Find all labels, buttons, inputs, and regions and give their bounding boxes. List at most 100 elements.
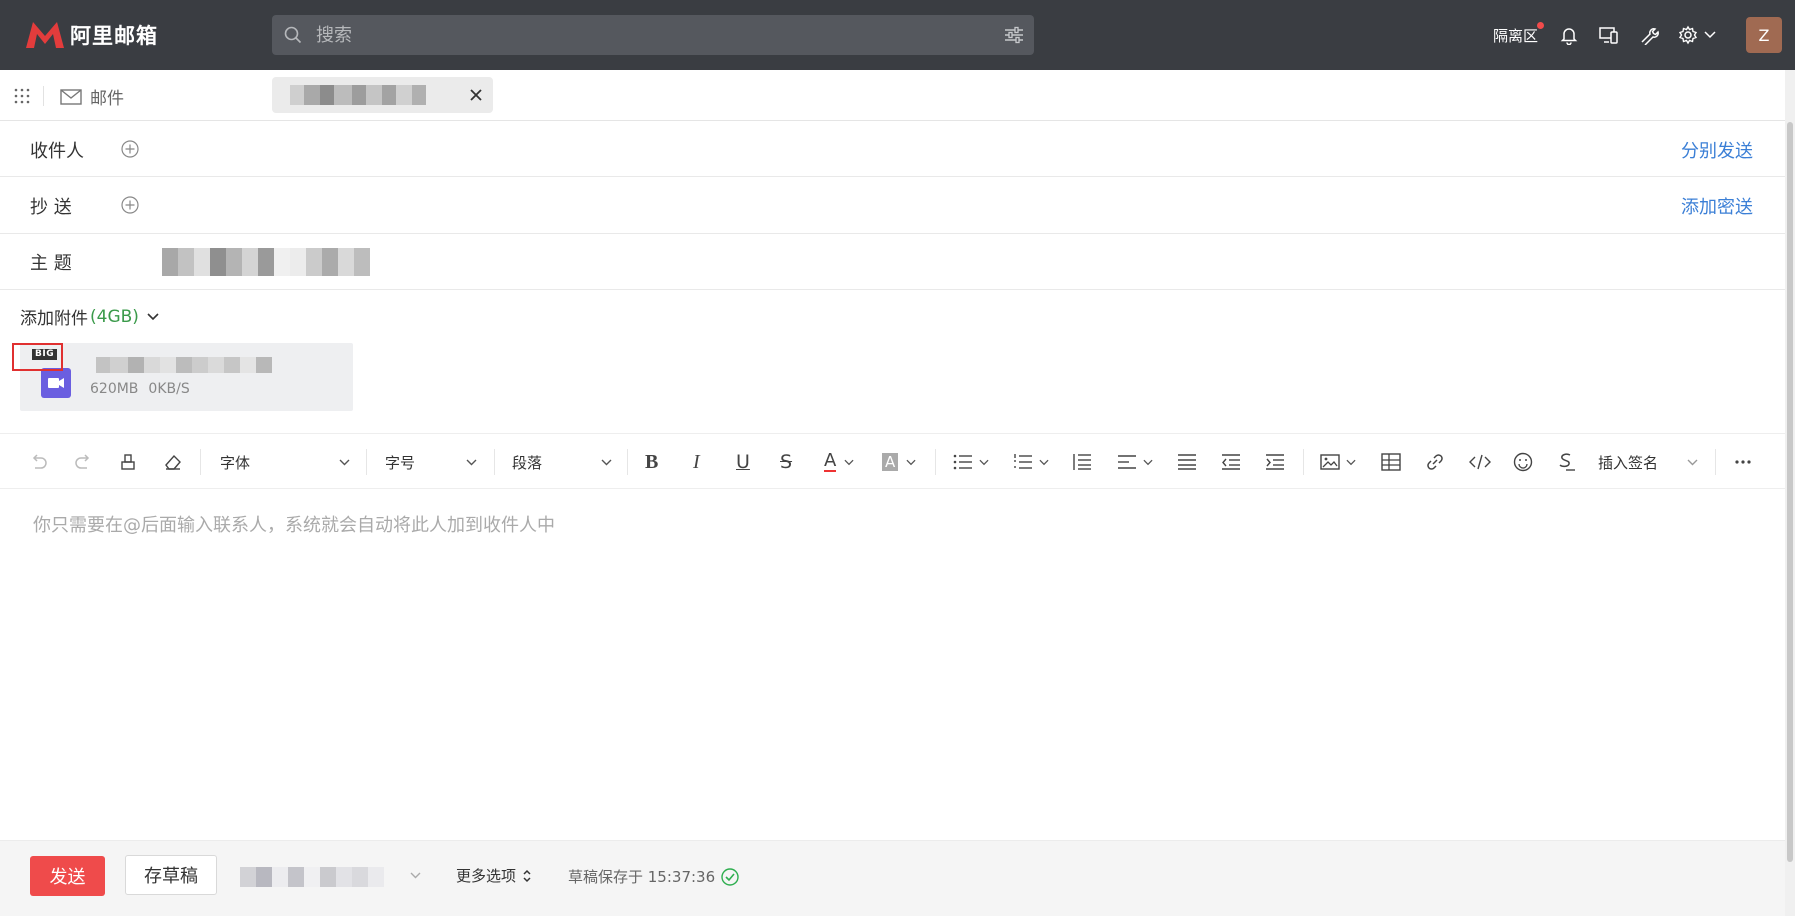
close-icon[interactable] — [467, 86, 485, 104]
more-icon — [1735, 460, 1751, 464]
undo-icon — [32, 454, 47, 469]
chevron-down-icon — [906, 459, 916, 465]
cc-row: 抄 送 添加密送 — [0, 177, 1785, 234]
toolbar-divider — [1715, 449, 1716, 475]
settings-menu[interactable] — [1678, 25, 1716, 45]
mail-logo-icon — [26, 22, 64, 48]
chevron-down-icon — [147, 312, 159, 320]
separate-send-link[interactable]: 分别发送 — [1681, 137, 1753, 163]
send-button[interactable]: 发送 — [30, 856, 105, 896]
toolbar-divider — [366, 449, 367, 475]
search-bar[interactable] — [272, 15, 1034, 55]
quarantine-link[interactable]: 隔离区 — [1493, 21, 1544, 46]
justify-button[interactable] — [1177, 451, 1197, 473]
tab-compose[interactable] — [272, 77, 493, 113]
strikethrough-button[interactable]: S — [780, 451, 792, 473]
undo-button[interactable] — [30, 451, 48, 473]
bold-button[interactable]: B — [645, 451, 658, 473]
chevron-down-icon — [844, 459, 854, 465]
insert-link-button[interactable] — [1425, 451, 1445, 473]
strikethrough-icon: S — [780, 451, 793, 473]
chevron-down-icon — [601, 459, 612, 465]
add-recipient-icon[interactable] — [121, 140, 139, 158]
toolbar-divider — [935, 449, 936, 475]
top-bar: 阿里邮箱 隔离区 — [0, 0, 1795, 70]
emoji-button[interactable] — [1513, 451, 1533, 473]
line-spacing-button[interactable] — [1072, 451, 1092, 473]
outdent-button[interactable] — [1221, 451, 1241, 473]
paragraph-select[interactable]: 段落 — [512, 451, 612, 473]
font-color-button[interactable]: A — [824, 451, 854, 473]
editor-body[interactable]: 你只需要在@后面输入联系人，系统就会自动将此人加到收件人中 — [33, 511, 555, 537]
font-size-select[interactable]: 字号 — [385, 451, 477, 473]
bell-icon[interactable] — [1558, 24, 1580, 46]
indent-button[interactable] — [1265, 451, 1285, 473]
more-tools-button[interactable] — [1734, 451, 1752, 473]
app-logo[interactable]: 阿里邮箱 — [24, 20, 158, 50]
font-family-value: 字体 — [220, 453, 251, 472]
subject-input-redacted[interactable] — [162, 248, 370, 276]
insert-signature-label: 插入签名 — [1598, 453, 1659, 472]
chevron-down-icon — [339, 459, 350, 465]
toolbar-divider — [627, 449, 628, 475]
chevron-down-icon — [1039, 459, 1049, 465]
code-button[interactable] — [1469, 451, 1491, 473]
video-icon — [41, 368, 71, 398]
app-name: 阿里邮箱 — [70, 24, 158, 48]
search-icon — [284, 26, 302, 44]
wrench-icon[interactable] — [1638, 24, 1660, 46]
highlight-box — [12, 343, 63, 371]
divider — [43, 86, 44, 106]
chevron-down-icon — [1346, 459, 1356, 465]
add-attachment-label: 添加附件 — [20, 309, 88, 329]
avatar[interactable]: Z — [1746, 17, 1782, 53]
draft-saved-text: 草稿保存于 15:37:36 — [568, 868, 716, 886]
tab-mail-label: 邮件 — [90, 89, 124, 109]
signature-icon — [1559, 453, 1575, 471]
add-bcc-link[interactable]: 添加密送 — [1681, 193, 1753, 219]
line-spacing-icon — [1073, 454, 1091, 470]
add-attachment-button[interactable]: 添加附件 (4GB) — [20, 304, 159, 329]
chevron-down-icon[interactable] — [410, 872, 421, 879]
upload-speed: 0KB/S — [148, 381, 190, 397]
to-row: 收件人 分别发送 — [0, 121, 1785, 177]
insert-image-button[interactable] — [1320, 451, 1356, 473]
format-painter-button[interactable] — [119, 451, 137, 473]
redo-button[interactable] — [74, 451, 92, 473]
expand-collapse-icon — [523, 869, 531, 882]
font-family-select[interactable]: 字体 — [220, 451, 350, 473]
save-draft-button[interactable]: 存草稿 — [125, 855, 217, 895]
highlight-color-button[interactable]: A — [882, 451, 916, 473]
align-button[interactable] — [1117, 451, 1153, 473]
sender-account-redacted[interactable] — [240, 867, 384, 887]
bold-icon: B — [645, 450, 659, 473]
justify-icon — [1178, 454, 1196, 470]
clear-format-button[interactable] — [163, 451, 183, 473]
tab-mail[interactable]: 邮件 — [60, 84, 124, 109]
attachment-meta: 620MB 0KB/S — [90, 381, 200, 397]
filter-icon[interactable] — [1004, 26, 1024, 44]
attachment-item[interactable]: BIG 620MB 0KB/S — [20, 343, 353, 411]
code-icon — [1469, 454, 1491, 470]
subject-row[interactable]: 主 题 — [0, 234, 1785, 290]
tab-bar: 邮件 — [0, 70, 1795, 121]
underline-icon: U — [736, 451, 750, 473]
indent-icon — [1266, 454, 1284, 470]
insert-signature-select[interactable]: 插入签名 — [1598, 451, 1698, 473]
more-options-button[interactable]: 更多选项 — [456, 865, 532, 886]
eraser-icon — [165, 454, 181, 470]
scrollbar[interactable] — [1785, 70, 1795, 916]
signature-button[interactable] — [1556, 451, 1576, 473]
devices-icon[interactable] — [1598, 24, 1620, 46]
underline-button[interactable]: U — [736, 451, 750, 473]
paragraph-value: 段落 — [512, 453, 543, 472]
apps-grid-icon[interactable] — [14, 88, 30, 104]
italic-button[interactable]: I — [693, 451, 700, 473]
search-input[interactable] — [316, 15, 956, 55]
bullet-list-button[interactable] — [953, 451, 989, 473]
numbered-list-button[interactable] — [1013, 451, 1049, 473]
add-cc-icon[interactable] — [121, 196, 139, 214]
chevron-down-icon — [1704, 31, 1716, 39]
scrollbar-thumb[interactable] — [1787, 122, 1793, 862]
insert-table-button[interactable] — [1381, 451, 1401, 473]
